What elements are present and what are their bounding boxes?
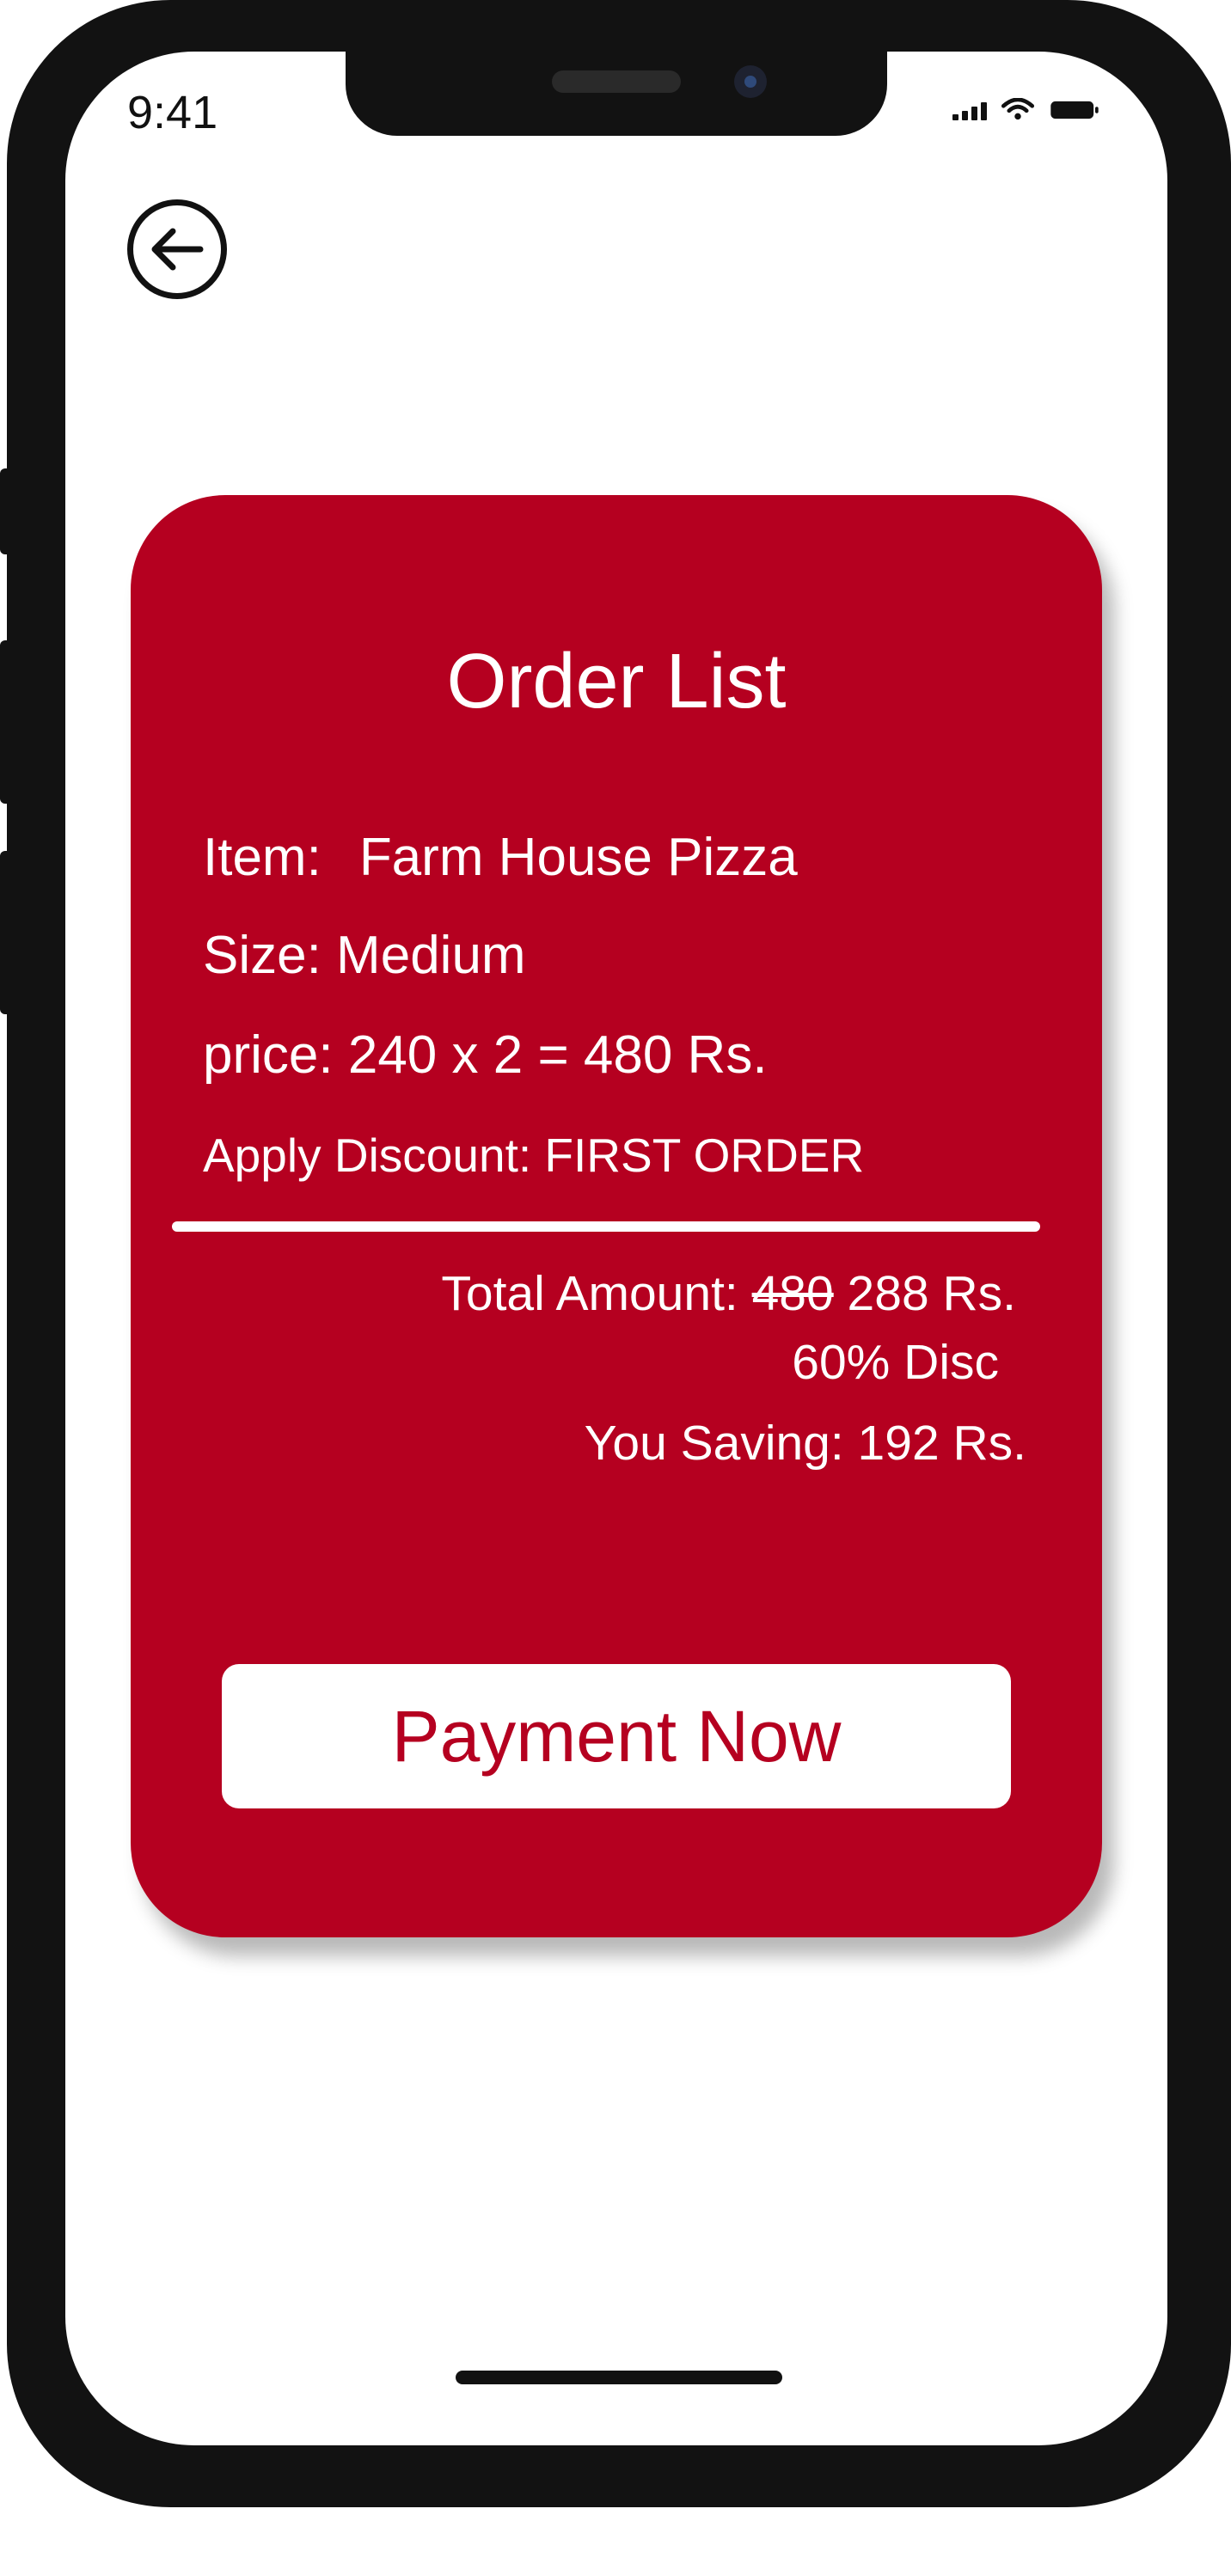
size-row: Size: Medium (203, 926, 526, 985)
phone-screen: 9:41 Order List Item: Farm House Pizza Si… (65, 52, 1167, 2445)
divider (172, 1221, 1040, 1232)
speaker-grille (552, 70, 681, 93)
total-amount-row: Total Amount: 480 288 Rs. (441, 1265, 1016, 1322)
item-row: Item: Farm House Pizza (203, 827, 798, 888)
order-title: Order List (446, 639, 787, 725)
phone-side-button (1219, 696, 1231, 963)
status-icons (952, 98, 1100, 120)
notch (346, 52, 887, 136)
original-price: 480 (751, 1266, 834, 1321)
payment-now-button[interactable]: Payment Now (222, 1664, 1011, 1808)
discount-row: Apply Discount: FIRST ORDER (203, 1129, 865, 1182)
battery-icon (1050, 101, 1099, 119)
discount-percent: 60% Disc (792, 1335, 999, 1390)
final-price: 288 Rs. (833, 1266, 1016, 1321)
phone-side-button (0, 468, 12, 554)
signal-icon (952, 101, 987, 120)
item-label: Item: (203, 828, 322, 887)
home-indicator (456, 2371, 782, 2384)
phone-side-button (0, 640, 12, 804)
price-row: price: 240 x 2 = 480 Rs. (203, 1025, 768, 1085)
phone-side-button (0, 851, 12, 1014)
status-time: 9:41 (127, 87, 218, 138)
saving-text: You Saving: 192 Rs. (584, 1416, 1026, 1471)
total-label: Total Amount: (441, 1266, 752, 1321)
back-button[interactable] (127, 199, 227, 299)
wifi-icon (1001, 98, 1035, 120)
back-arrow-icon (151, 228, 204, 271)
item-value: Farm House Pizza (358, 828, 798, 887)
camera-icon (734, 65, 767, 98)
order-card: Order List Item: Farm House Pizza Size: M… (131, 495, 1102, 1937)
